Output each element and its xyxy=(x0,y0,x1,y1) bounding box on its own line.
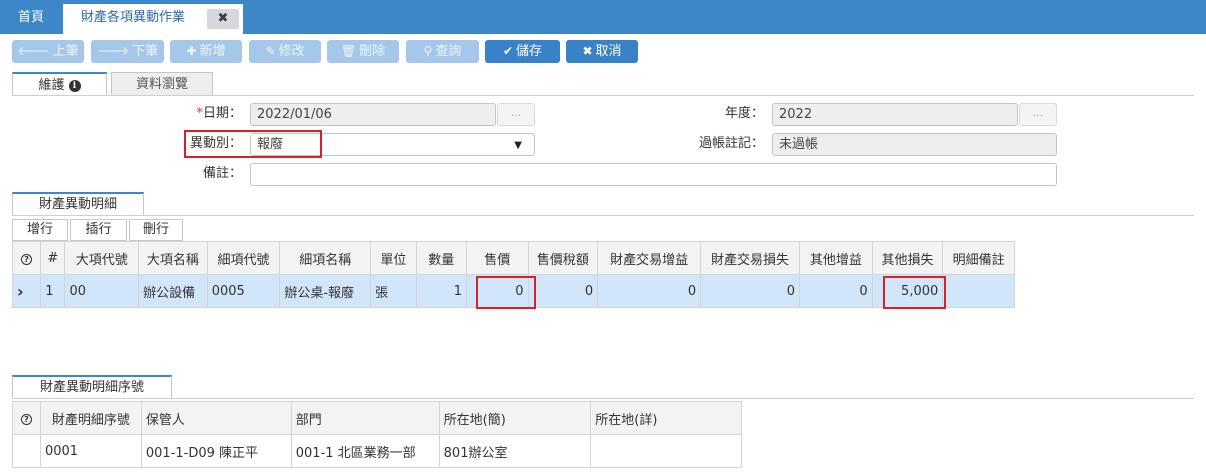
help-header: ? xyxy=(11,241,42,275)
tab-browse[interactable]: 資料瀏覽 xyxy=(111,72,213,96)
cell[interactable]: 001-1-D09 陳正平 xyxy=(140,434,292,468)
col-header[interactable]: 售價稅額 xyxy=(527,241,599,275)
trash-icon: 🗑 xyxy=(340,44,357,58)
cell[interactable] xyxy=(942,274,1015,308)
add-button[interactable]: ✚ 新增 xyxy=(170,40,242,63)
cell[interactable]: 0 xyxy=(527,274,599,308)
col-header[interactable]: 大項名稱 xyxy=(138,241,208,275)
section-tab-serial[interactable]: 財產異動明細序號 xyxy=(12,375,172,399)
edit-button[interactable]: ✎ 修改 xyxy=(249,40,321,63)
divider xyxy=(12,398,1194,399)
col-header[interactable]: 財產交易損失 xyxy=(700,241,800,275)
col-header[interactable]: 保管人 xyxy=(140,401,292,435)
note-field[interactable] xyxy=(250,163,1057,186)
col-header[interactable]: 部門 xyxy=(290,401,440,435)
cell[interactable]: 00 xyxy=(64,274,140,308)
cell[interactable] xyxy=(590,434,742,468)
col-header[interactable]: 所在地(簡) xyxy=(438,401,592,435)
tab-home[interactable]: 首頁 xyxy=(0,0,62,34)
section-tab-detail[interactable]: 財產異動明細 xyxy=(12,192,144,216)
info-icon: i xyxy=(68,79,81,92)
close-icon[interactable]: ✖ xyxy=(207,9,239,29)
col-header[interactable]: 財產明細序號 xyxy=(39,401,142,435)
col-header[interactable]: 明細備註 xyxy=(942,241,1015,275)
cell[interactable]: 辦公桌-報廢 xyxy=(279,274,372,308)
col-header[interactable]: 細項代號 xyxy=(206,241,281,275)
year-label: 年度： xyxy=(724,106,764,121)
cell[interactable]: 0 xyxy=(799,274,873,308)
serial-header-row: ? 財產明細序號 保管人 部門 所在地(簡) 所在地(詳) xyxy=(12,401,742,435)
top-tab-bar: 首頁 財產各項異動作業 ✖ xyxy=(0,0,1206,34)
help-header: ? xyxy=(12,401,41,435)
col-header[interactable]: 所在地(詳) xyxy=(590,401,742,435)
tab-asset-change[interactable]: 財產各項異動作業 ✖ xyxy=(63,4,243,34)
cell[interactable]: 張 xyxy=(370,274,417,308)
arrow-left-icon: 🡐 xyxy=(17,44,50,58)
note-label: 備註： xyxy=(202,166,242,181)
cancel-button[interactable]: ✖ 取消 xyxy=(566,40,638,63)
search-icon: ⚲ xyxy=(423,44,433,58)
cell[interactable]: 0 xyxy=(700,274,800,308)
posting-field[interactable]: 未過帳 xyxy=(772,133,1057,156)
tab-maintain[interactable]: 維護 i xyxy=(12,72,107,96)
cell[interactable]: 0001 xyxy=(39,434,142,468)
next-button[interactable]: 🡒 下筆 xyxy=(91,40,164,63)
table-row[interactable]: 0001 001-1-D09 陳正平 001-1 北區業務一部 801辦公室 xyxy=(12,434,742,468)
col-header[interactable]: 其他增益 xyxy=(799,241,873,275)
year-field[interactable]: 2022 xyxy=(772,103,1018,126)
caret-down-icon: ▼ xyxy=(514,140,522,151)
check-icon: ✔ xyxy=(502,44,514,58)
cell[interactable]: 001-1 北區業務一部 xyxy=(290,434,440,468)
plus-icon: ✚ xyxy=(186,44,197,58)
prev-button[interactable]: 🡐 上筆 xyxy=(12,40,84,63)
insert-row-button[interactable]: 插行 xyxy=(70,219,127,241)
divider xyxy=(12,95,1194,96)
cell xyxy=(12,434,41,468)
col-header[interactable]: 細項名稱 xyxy=(279,241,372,275)
row-indicator: › xyxy=(11,274,42,308)
x-icon: ✖ xyxy=(582,44,593,58)
col-header[interactable]: 大項代號 xyxy=(64,241,140,275)
cell[interactable]: 0005 xyxy=(206,274,281,308)
question-icon: ? xyxy=(21,253,33,265)
delete-button[interactable]: 🗑 刪除 xyxy=(327,40,399,63)
pencil-icon: ✎ xyxy=(265,44,276,58)
cell[interactable]: 0 xyxy=(597,274,702,308)
divider xyxy=(12,215,1194,216)
delete-row-button[interactable]: 刪行 xyxy=(129,219,183,241)
cell[interactable]: 1 xyxy=(415,274,468,308)
tab-title: 財產各項異動作業 xyxy=(81,10,186,25)
query-button[interactable]: ⚲ 查詢 xyxy=(406,40,479,63)
save-button[interactable]: ✔ 儲存 xyxy=(485,40,560,63)
question-icon: ? xyxy=(20,413,32,425)
add-row-button[interactable]: 增行 xyxy=(12,219,68,241)
highlight-box-price xyxy=(476,276,536,309)
col-header[interactable]: # xyxy=(40,241,66,275)
cell[interactable]: 辦公設備 xyxy=(138,274,208,308)
col-header[interactable]: 售價 xyxy=(466,241,529,275)
serial-table: ? 財產明細序號 保管人 部門 所在地(簡) 所在地(詳) 0001 001-1… xyxy=(12,401,742,468)
cell[interactable]: 1 xyxy=(40,274,66,308)
cell[interactable]: 801辦公室 xyxy=(438,434,592,468)
highlight-box-type xyxy=(184,130,322,158)
year-picker-button[interactable]: ... xyxy=(1019,103,1057,126)
col-header[interactable]: 單位 xyxy=(370,241,417,275)
detail-header-row: ? # 大項代號 大項名稱 細項代號 細項名稱 單位 數量 售價 售價稅額 財產… xyxy=(11,241,1015,275)
chevron-right-icon: › xyxy=(17,281,24,301)
posting-label: 過帳註記： xyxy=(698,136,764,151)
highlight-box-other-loss xyxy=(883,276,946,309)
date-field[interactable]: 2022/01/06 xyxy=(250,103,496,126)
arrow-right-icon: 🡒 xyxy=(96,44,130,58)
col-header[interactable]: 財產交易增益 xyxy=(597,241,702,275)
date-label: *日期： xyxy=(196,106,242,121)
col-header[interactable]: 數量 xyxy=(415,241,468,275)
date-picker-button[interactable]: ... xyxy=(497,103,535,126)
col-header[interactable]: 其他損失 xyxy=(871,241,944,275)
